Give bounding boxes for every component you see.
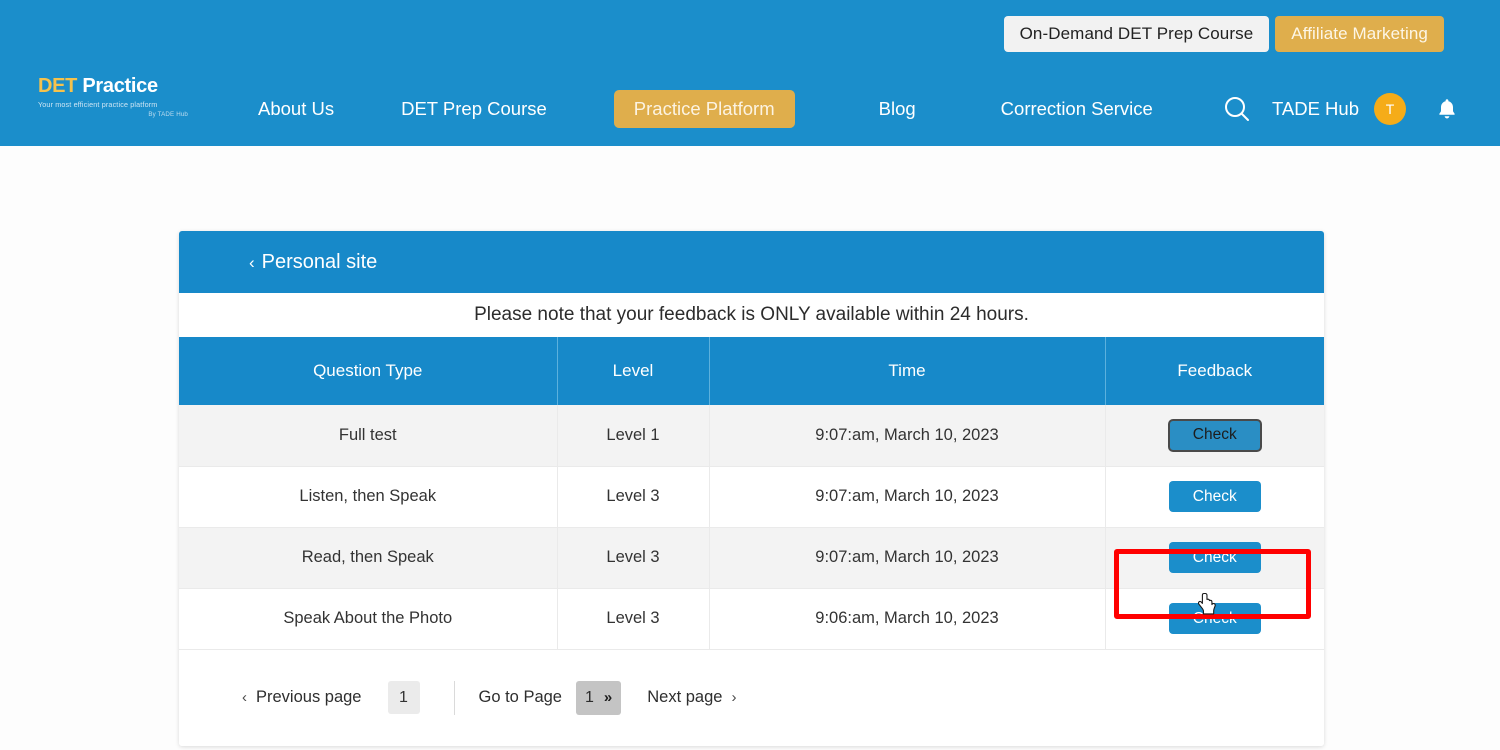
feedback-card: ‹ Personal site Please note that your fe… <box>179 231 1324 746</box>
table-row: Listen, then Speak Level 3 9:07:am, Marc… <box>179 466 1324 528</box>
double-chevron-right-icon: » <box>603 689 613 706</box>
utility-button-row: On-Demand DET Prep Course Affiliate Mark… <box>1003 16 1444 52</box>
site-header: On-Demand DET Prep Course Affiliate Mark… <box>0 0 1500 146</box>
search-icon[interactable] <box>1220 92 1254 126</box>
bell-icon[interactable] <box>1436 97 1458 121</box>
cell-level: Level 3 <box>557 527 710 589</box>
cell-question-type: Full test <box>179 405 558 467</box>
on-demand-det-prep-course-button[interactable]: On-Demand DET Prep Course <box>1003 16 1270 52</box>
page-body: ‹ Personal site Please note that your fe… <box>0 146 1500 750</box>
cell-question-type: Listen, then Speak <box>179 466 558 528</box>
nav-right-cluster: TADE Hub T <box>1220 74 1458 144</box>
card-header: ‹ Personal site <box>179 231 1324 293</box>
brand-name-practice: Practice <box>82 75 158 97</box>
goto-page-input[interactable]: 1 » <box>575 680 622 715</box>
back-link-label: Personal site <box>261 250 378 273</box>
cell-feedback: Check <box>1105 466 1324 528</box>
check-button[interactable]: Check <box>1167 418 1262 452</box>
nav-links: About Us DET Prep Course Practice Platfo… <box>258 74 1220 144</box>
check-button[interactable]: Check <box>1168 603 1261 634</box>
check-button[interactable]: Check <box>1168 481 1261 512</box>
goto-page-value: 1 <box>584 688 594 706</box>
brand-tagline: Your most efficient practice platform <box>38 100 158 109</box>
nav-item-about-us[interactable]: About Us <box>258 98 334 120</box>
check-button[interactable]: Check <box>1168 542 1261 573</box>
table-row: Read, then Speak Level 3 9:07:am, March … <box>179 527 1324 589</box>
cell-feedback: Check <box>1105 527 1324 589</box>
table-row: Full test Level 1 9:07:am, March 10, 202… <box>179 405 1324 467</box>
cell-feedback: Check <box>1105 405 1324 467</box>
chevron-right-icon: › <box>731 689 737 706</box>
main-navigation: DET Practice Your most efficient practic… <box>0 74 1500 144</box>
cell-time: 9:07:am, March 10, 2023 <box>709 405 1106 467</box>
column-header-time: Time <box>709 337 1106 405</box>
next-page-button[interactable]: Next page › <box>647 688 736 707</box>
nav-item-correction-service[interactable]: Correction Service <box>1001 98 1153 120</box>
avatar[interactable]: T <box>1374 93 1406 125</box>
chevron-left-icon: ‹ <box>249 252 255 272</box>
column-header-level: Level <box>557 337 710 405</box>
cell-level: Level 1 <box>557 405 710 467</box>
column-header-feedback: Feedback <box>1105 337 1324 405</box>
column-header-question-type: Question Type <box>179 337 558 405</box>
tade-hub-link[interactable]: TADE Hub <box>1272 98 1359 120</box>
feedback-notice: Please note that your feedback is ONLY a… <box>179 293 1324 337</box>
goto-page-label: Go to Page <box>478 688 562 706</box>
brand-logo[interactable]: DET Practice Your most efficient practic… <box>38 76 188 118</box>
next-page-label: Next page <box>647 688 723 706</box>
nav-item-blog[interactable]: Blog <box>879 98 916 120</box>
table-header-row: Question Type Level Time Feedback <box>179 337 1324 405</box>
cell-level: Level 3 <box>557 588 710 650</box>
pagination: ‹ Previous page 1 Go to Page 1 » Next pa… <box>179 649 1324 746</box>
back-to-personal-site-link[interactable]: ‹ Personal site <box>249 251 377 274</box>
cell-time: 9:07:am, March 10, 2023 <box>709 466 1106 528</box>
previous-page-label: Previous page <box>256 688 362 706</box>
feedback-table: Question Type Level Time Feedback Full t… <box>179 337 1324 650</box>
brand-title: DET Practice <box>38 76 188 96</box>
cell-level: Level 3 <box>557 466 710 528</box>
brand-name-det: DET <box>38 75 78 97</box>
cell-time: 9:06:am, March 10, 2023 <box>709 588 1106 650</box>
current-page-indicator[interactable]: 1 <box>387 681 420 714</box>
cell-feedback: Check <box>1105 588 1324 650</box>
nav-item-det-prep-course[interactable]: DET Prep Course <box>401 98 547 120</box>
chevron-left-icon: ‹ <box>242 689 247 706</box>
cell-question-type: Read, then Speak <box>179 527 558 589</box>
brand-byline: By TADE Hub <box>148 111 188 119</box>
table-row: Speak About the Photo Level 3 9:06:am, M… <box>179 588 1324 650</box>
cell-time: 9:07:am, March 10, 2023 <box>709 527 1106 589</box>
cell-question-type: Speak About the Photo <box>179 588 558 650</box>
affiliate-marketing-button[interactable]: Affiliate Marketing <box>1275 16 1444 52</box>
pagination-divider <box>453 680 455 715</box>
previous-page-button[interactable]: ‹ Previous page <box>242 688 362 707</box>
nav-item-practice-platform[interactable]: Practice Platform <box>613 90 795 128</box>
